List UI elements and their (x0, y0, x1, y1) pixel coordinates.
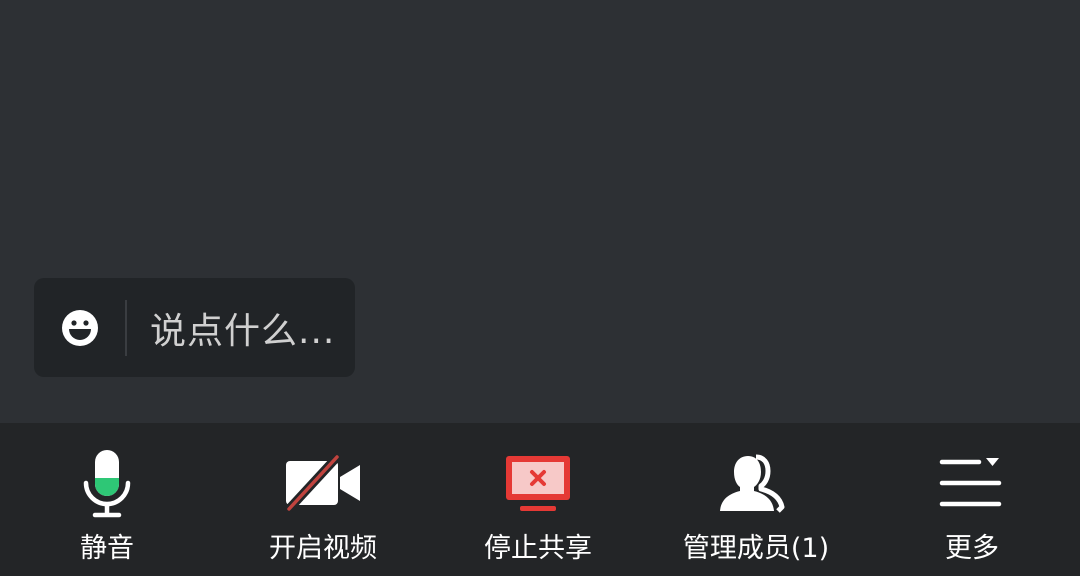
more-label: 更多 (945, 533, 999, 564)
mute-button[interactable]: 静音 (47, 423, 167, 576)
mute-label: 静音 (80, 533, 134, 564)
more-menu-icon (939, 458, 1002, 507)
stop-share-icon (506, 456, 570, 511)
emoji-button[interactable] (34, 278, 125, 377)
members-icon (720, 454, 785, 513)
manage-members-label: 管理成员(1) (682, 533, 830, 564)
manage-members-button[interactable]: 管理成员(1) (676, 423, 836, 576)
start-video-label: 开启视频 (269, 533, 377, 564)
stop-share-button[interactable]: 停止共享 (478, 423, 598, 576)
chat-placeholder[interactable]: 说点什么... (150, 302, 335, 354)
meeting-screen: 说点什么... 静音 开启视频 停止共享 管理成员(1) 更多 (0, 0, 1080, 576)
microphone-icon (83, 450, 131, 518)
bottom-toolbar: 静音 开启视频 停止共享 管理成员(1) 更多 (0, 423, 1080, 576)
emoji-icon (61, 309, 98, 346)
start-video-button[interactable]: 开启视频 (263, 423, 383, 576)
chat-input-bar[interactable]: 说点什么... (34, 278, 355, 377)
video-off-icon (285, 453, 360, 513)
more-button[interactable]: 更多 (912, 423, 1032, 576)
chat-divider (125, 299, 127, 356)
stop-share-label: 停止共享 (484, 533, 592, 564)
